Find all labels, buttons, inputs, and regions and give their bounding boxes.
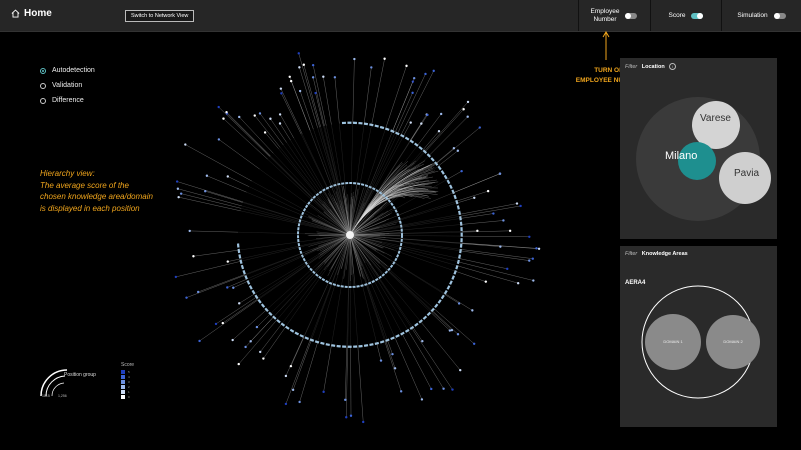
score-legend-row: 0 [121,394,130,399]
position-group-label: Position group [64,372,96,378]
score-swatch [121,384,125,389]
location-bubble-chart [636,97,771,221]
score-swatch [121,374,125,379]
score-swatch [121,369,125,374]
location-label-milano: Milano [665,150,698,162]
knowledge-bubble-chart [641,285,760,399]
location-filter-panel: Filter Location i Varese Milano Pavia [620,58,777,239]
score-level-label: 1 [128,389,130,394]
domain-label-2: DOMAIN 2 [723,339,743,344]
score-level-label: 4 [128,374,130,379]
location-label-varese: Varese [700,113,731,124]
score-legend-title: Score [121,362,135,368]
score-swatch [121,394,125,399]
scale-min-label: 1815 [42,394,50,398]
score-scale: 543210 [121,369,130,399]
domain-label-1: DOMAIN 1 [663,339,683,344]
score-level-label: 0 [128,394,130,399]
score-swatch [121,379,125,384]
location-label-pavia: Pavia [734,168,760,179]
score-level-label: 3 [128,379,130,384]
score-level-label: 5 [128,369,130,374]
scale-max-label: 1,256 [58,394,67,398]
knowledge-areas-filter-panel: Filter Knowledge Areas AERA4 DOMAIN 1 DO… [620,246,777,427]
score-level-label: 2 [128,384,130,389]
score-swatch [121,389,125,394]
location-circle-varese[interactable] [692,101,740,149]
